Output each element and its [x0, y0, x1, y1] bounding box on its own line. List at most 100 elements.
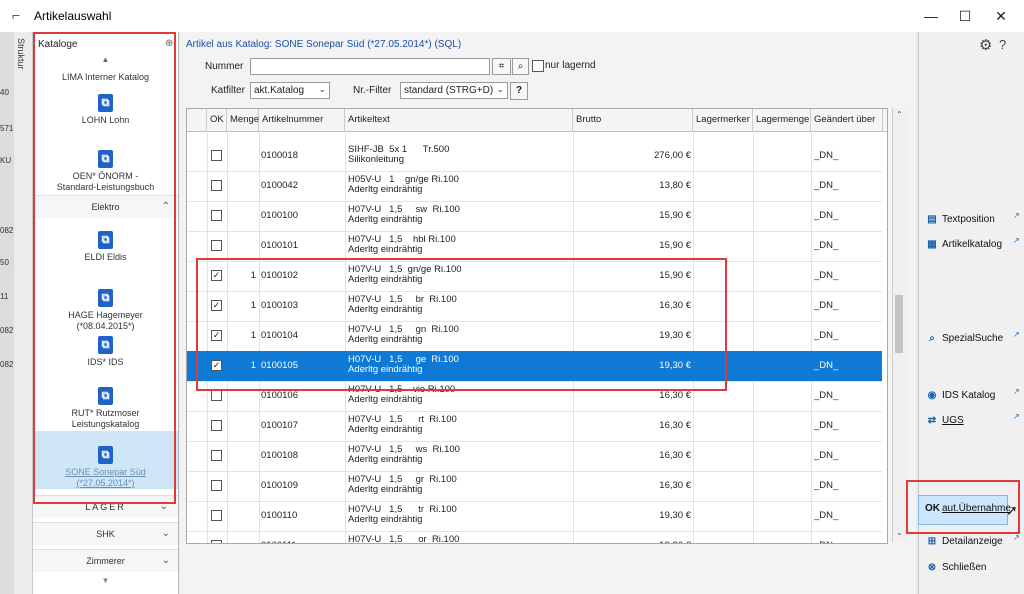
col-brutto[interactable]: Brutto	[573, 109, 693, 131]
artikelnummer-cell: 0100111	[261, 531, 345, 543]
artikeltext-cell: H07V-U 1,5 ws Ri.100 Aderltg eindrähtig	[348, 441, 572, 471]
ok-checkbox[interactable]	[211, 150, 222, 161]
chevron-down-icon: ⌄	[161, 555, 170, 566]
scroll-up-icon[interactable]: ⌃	[896, 110, 903, 119]
table-row[interactable]: 0100107 H07V-U 1,5 rt Ri.100 Aderltg eindr…	[187, 411, 882, 442]
col-lagermerker[interactable]: Lagermerker	[693, 109, 753, 131]
ugs-button[interactable]: ⇄ UGS ↗	[925, 412, 1020, 426]
textposition-label: Textposition	[942, 214, 995, 225]
col-artikelnummer[interactable]: Artikelnummer	[259, 109, 345, 131]
nur-lagernd-checkbox[interactable]	[532, 60, 544, 72]
scrollbar-thumb[interactable]	[895, 295, 903, 353]
nrfilter-select[interactable]: standard (STRG+D) ⌄	[400, 82, 508, 99]
nur-lagernd-label: nur lagernd	[545, 60, 596, 71]
nrfilter-value: standard (STRG+D)	[404, 85, 494, 96]
artikeltext-line2: Silikonleitung	[348, 154, 404, 165]
menge-cell[interactable]	[227, 231, 259, 261]
ok-checkbox[interactable]	[211, 540, 222, 543]
menge-cell[interactable]	[227, 501, 259, 531]
numpad-icon[interactable]: ⌗	[492, 58, 511, 75]
geaendert-cell: _DN_	[814, 330, 839, 341]
arrow-icon: ↗	[1013, 236, 1020, 245]
col-geaendert-ueber[interactable]: Geändert über	[811, 109, 883, 131]
chevron-down-icon: ⌄	[496, 84, 504, 94]
artikelnummer-cell: 0100109	[261, 480, 298, 491]
table-row[interactable]: 0100100 H07V-U 1,5 sw Ri.100 Aderltg eindr…	[187, 201, 882, 232]
spezialsuche-button[interactable]: ⌕ SpezialSuche ↗	[925, 330, 1020, 344]
artikeltext-cell: H07V-U 1,5 gr Ri.100 Aderltg eindrähtig	[348, 471, 572, 501]
gear-icon[interactable]: ⚙	[979, 36, 992, 54]
arrow-icon: ↗	[1013, 387, 1020, 396]
geaendert-cell: _DN_	[814, 150, 839, 161]
ok-checkbox[interactable]	[211, 240, 222, 251]
geaendert-cell: _DN_	[814, 240, 839, 251]
close-circle-icon: ⊗	[927, 562, 937, 573]
struktur-tab[interactable]: Struktur	[14, 32, 33, 594]
menge-cell[interactable]	[227, 531, 259, 543]
catalog-icon: ▦	[927, 239, 937, 250]
search-icon[interactable]: ⌕	[512, 58, 529, 75]
table-row[interactable]: 0100111H07V-U 1,5 or Ri.100 19,30 € _DN_	[187, 531, 882, 543]
schliessen-button[interactable]: ⊗ Schließen	[925, 562, 987, 573]
arrow-icon: ↗	[1013, 533, 1020, 542]
brutto-cell: 13,80 €	[659, 180, 691, 191]
table-row[interactable]: 0100018 SIHF-JB 5x 1 Tr.500 Silikonleitung…	[187, 141, 882, 172]
ok-checkbox[interactable]	[211, 390, 222, 401]
ok-checkbox[interactable]	[211, 210, 222, 221]
table-row[interactable]: 0100108 H07V-U 1,5 ws Ri.100 Aderltg eindr…	[187, 441, 882, 472]
help-circle-icon[interactable]: ?	[999, 37, 1006, 52]
fragment-text: 082	[0, 360, 14, 369]
ok-checkbox[interactable]	[211, 420, 222, 431]
group-zimmerer[interactable]: Zimmerer ⌄	[33, 549, 178, 572]
ok-checkbox[interactable]	[211, 450, 222, 461]
catalog-title: Artikel aus Katalog: SONE Sonepar Süd (*…	[186, 39, 462, 50]
fragment-text: 082	[0, 226, 14, 235]
col-lagermenge[interactable]: Lagermenge	[753, 109, 811, 131]
table-row[interactable]: 0100042 H05V-U 1 gn/ge Ri.100 Aderltg eind…	[187, 171, 882, 202]
col-menge[interactable]: Menge	[227, 109, 259, 131]
brutto-cell: 19,30 €	[573, 531, 691, 543]
menge-cell[interactable]	[227, 141, 259, 171]
fragment-text: 11	[0, 292, 9, 301]
geaendert-cell: _DN_	[814, 300, 839, 311]
ok-checkbox[interactable]	[211, 480, 222, 491]
col-ok[interactable]: OK	[207, 109, 227, 131]
col-artikeltext[interactable]: Artikeltext	[345, 109, 573, 131]
katfilter-select[interactable]: akt.Katalog ⌄	[250, 82, 330, 99]
brutto-cell: 15,90 €	[659, 240, 691, 251]
geaendert-cell: _DN_	[814, 270, 839, 281]
scroll-down-icon[interactable]: ⌄	[896, 528, 903, 537]
close-button[interactable]: ✕	[990, 6, 1012, 26]
artikeltext-cell: SIHF-JB 5x 1 Tr.500 Silikonleitung	[348, 141, 572, 171]
artikelkatalog-button[interactable]: ▦ Artikelkatalog ↗	[925, 236, 1019, 250]
fragment-text: 571	[0, 124, 14, 133]
textposition-button[interactable]: ▤ Textposition ↗	[925, 211, 1019, 225]
scroll-down-icon[interactable]: ▼	[33, 575, 178, 586]
geaendert-cell: _DN_	[814, 390, 839, 401]
artikeltext-line2: Aderltg eindrähtig	[348, 484, 423, 495]
table-row[interactable]: 0100109 H07V-U 1,5 gr Ri.100 Aderltg eindr…	[187, 471, 882, 502]
nummer-input[interactable]	[250, 58, 490, 75]
window-titlebar: ⌐ Artikelauswahl — ☐ ✕	[0, 0, 1024, 33]
menge-cell[interactable]	[227, 441, 259, 471]
ok-checkbox[interactable]	[211, 510, 222, 521]
highlight-box-uebernahme	[906, 480, 1020, 534]
menge-cell[interactable]	[227, 471, 259, 501]
minimize-button[interactable]: —	[920, 6, 942, 26]
menge-cell[interactable]	[227, 411, 259, 441]
artikeltext-line2: Aderltg eindrähtig	[348, 514, 423, 525]
menge-cell[interactable]	[227, 171, 259, 201]
detailanzeige-button[interactable]: ⊞ Detailanzeige ↗	[925, 533, 1020, 547]
maximize-button[interactable]: ☐	[954, 6, 976, 26]
menge-cell[interactable]	[227, 201, 259, 231]
group-label: Zimmerer	[86, 556, 125, 566]
katfilter-value: akt.Katalog	[254, 85, 305, 96]
ids-katalog-button[interactable]: ◉ IDS Katalog ↗	[925, 387, 1020, 401]
schliessen-label: Schließen	[942, 562, 987, 573]
chevron-down-icon: ⌄	[161, 528, 170, 539]
spezialsuche-label: SpezialSuche	[942, 333, 1004, 344]
group-shk[interactable]: SHK ⌄	[33, 522, 178, 545]
table-row[interactable]: 0100110 H07V-U 1,5 tr Ri.100 Aderltg eindr…	[187, 501, 882, 532]
ok-checkbox[interactable]	[211, 180, 222, 191]
help-button[interactable]: ?	[510, 82, 528, 100]
